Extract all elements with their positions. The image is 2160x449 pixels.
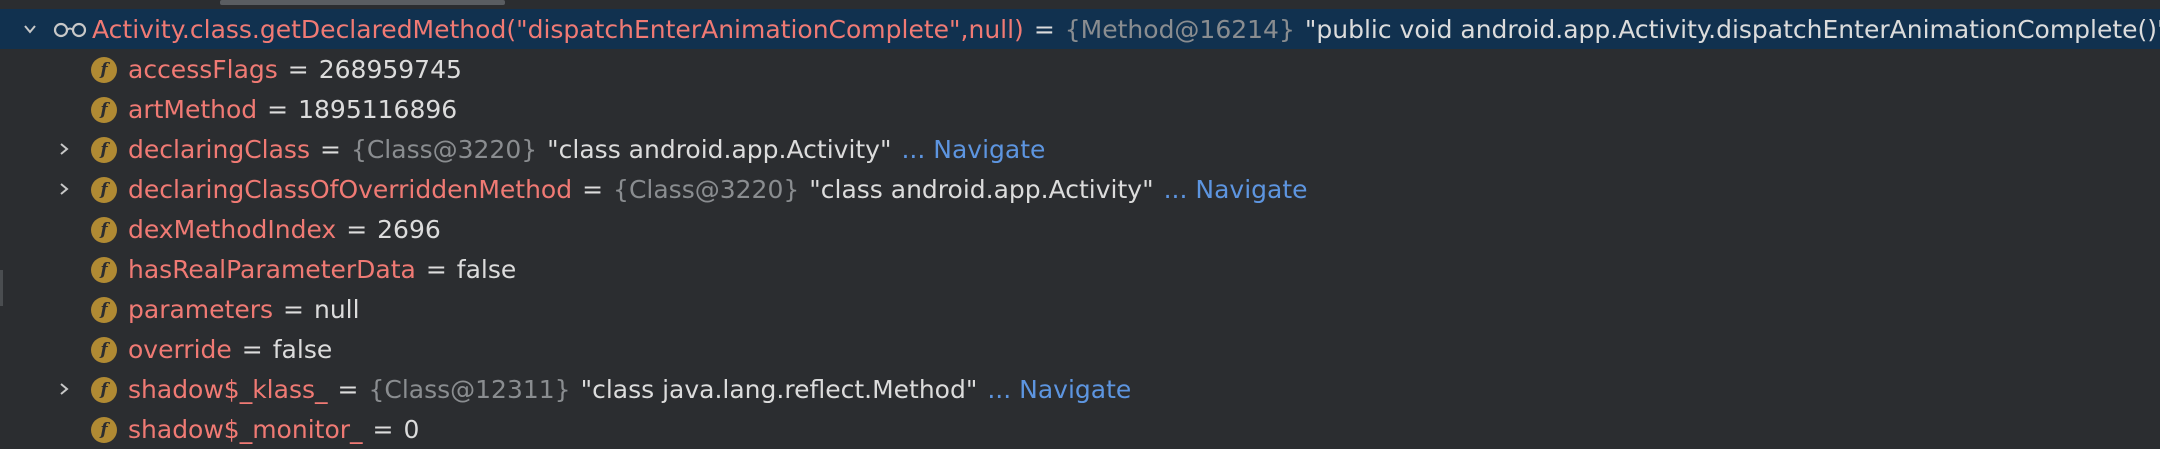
chevron-right-icon[interactable] (52, 137, 76, 161)
tree-row-root[interactable]: Activity.class.getDeclaredMethod("dispat… (0, 9, 2160, 49)
field-content: artMethod = 1895116896 (128, 89, 457, 129)
field-icon: f (91, 57, 117, 83)
root-object-ref: {Method@16214} (1064, 14, 1295, 44)
chevron-right-icon[interactable] (52, 377, 76, 401)
tree-row-field[interactable]: f declaringClass = {Class@3220} "class andro… (0, 129, 2160, 169)
navigate-link[interactable]: ... Navigate (901, 135, 1045, 164)
field-content: override = false (128, 329, 332, 369)
field-content: dexMethodIndex = 2696 (128, 209, 441, 249)
tree-row-field[interactable]: f accessFlags = 268959745 (0, 49, 2160, 89)
tree-row-field[interactable]: f shadow$_klass_ = {Class@12311} "class java… (0, 369, 2160, 409)
debugger-variables-panel: Activity.class.getDeclaredMethod("dispat… (0, 0, 2160, 448)
tree-row-field[interactable]: f dexMethodIndex = 2696 (0, 209, 2160, 249)
tree-row-field[interactable]: f declaringClassOfOverriddenMethod = {Class… (0, 169, 2160, 209)
field-icon: f (91, 177, 117, 203)
field-icon: f (91, 417, 117, 443)
field-equals: = (582, 174, 604, 204)
field-name: declaringClass (128, 134, 310, 164)
field-content: accessFlags = 268959745 (128, 49, 462, 89)
field-icon: f (91, 297, 117, 323)
field-equals: = (283, 294, 304, 324)
field-content: shadow$_klass_ = {Class@12311} "class java.… (128, 369, 1131, 409)
field-icon: f (91, 137, 117, 163)
field-equals: = (425, 254, 447, 284)
field-value: false (456, 254, 517, 284)
field-content: hasRealParameterData = false (128, 249, 516, 289)
field-equals: = (319, 134, 341, 164)
field-name: accessFlags (128, 54, 278, 84)
field-name: declaringClassOfOverriddenMethod (128, 174, 573, 204)
field-value: "class java.lang.reflect.Method" (580, 374, 978, 404)
field-object-ref: {Class@3220} (350, 134, 538, 164)
watch-glasses-icon (53, 22, 87, 38)
tree-row-field[interactable]: f override = false (0, 329, 2160, 369)
field-content: declaringClassOfOverriddenMethod = {Class@… (128, 169, 1308, 209)
field-equals: = (337, 374, 359, 404)
field-value: null (313, 294, 360, 324)
tree-row-field[interactable]: f parameters = null (0, 289, 2160, 329)
field-object-ref: {Class@12311} (368, 374, 571, 404)
field-value: 1895116896 (298, 94, 458, 124)
field-value: 268959745 (318, 54, 462, 84)
tree-row-field[interactable]: f artMethod = 1895116896 (0, 89, 2160, 129)
field-content: declaringClass = {Class@3220} "class androi… (128, 129, 1045, 169)
root-expression-name: Activity.class.getDeclaredMethod("dispat… (92, 14, 1024, 44)
field-value: 0 (403, 414, 420, 444)
field-name: shadow$_klass_ (128, 374, 328, 404)
root-value: "public void android.app.Activity.dispat… (1304, 14, 2160, 44)
horizontal-scrollbar-thumb[interactable] (220, 0, 505, 5)
navigate-link[interactable]: ... Navigate (1164, 175, 1308, 204)
field-icon: f (91, 337, 117, 363)
navigate-link[interactable]: ... Navigate (987, 375, 1131, 404)
tree-row-field[interactable]: f shadow$_monitor_ = 0 (0, 409, 2160, 449)
root-expression: Activity.class.getDeclaredMethod("dispat… (92, 9, 2160, 49)
field-value: "class android.app.Activity" (809, 174, 1154, 204)
field-name: hasRealParameterData (128, 254, 416, 284)
field-value: 2696 (377, 214, 441, 244)
field-name: parameters (128, 294, 274, 324)
root-equals: = (1033, 14, 1055, 44)
field-equals: = (346, 214, 368, 244)
tree-row-field[interactable]: f hasRealParameterData = false (0, 249, 2160, 289)
field-equals: = (372, 414, 394, 444)
field-equals: = (241, 334, 263, 364)
field-icon: f (91, 217, 117, 243)
field-equals: = (287, 54, 309, 84)
chevron-right-icon[interactable] (52, 177, 76, 201)
field-name: shadow$_monitor_ (128, 414, 363, 444)
field-name: dexMethodIndex (128, 214, 337, 244)
field-icon: f (91, 377, 117, 403)
field-value: "class android.app.Activity" (547, 134, 892, 164)
field-equals: = (267, 94, 289, 124)
field-icon: f (91, 97, 117, 123)
field-content: shadow$_monitor_ = 0 (128, 409, 419, 449)
field-object-ref: {Class@3220} (613, 174, 800, 204)
field-icon: f (91, 257, 117, 283)
field-content: parameters = null (128, 289, 360, 329)
field-name: override (128, 334, 232, 364)
chevron-down-icon[interactable] (18, 17, 42, 41)
field-value: false (272, 334, 333, 364)
field-name: artMethod (128, 94, 258, 124)
